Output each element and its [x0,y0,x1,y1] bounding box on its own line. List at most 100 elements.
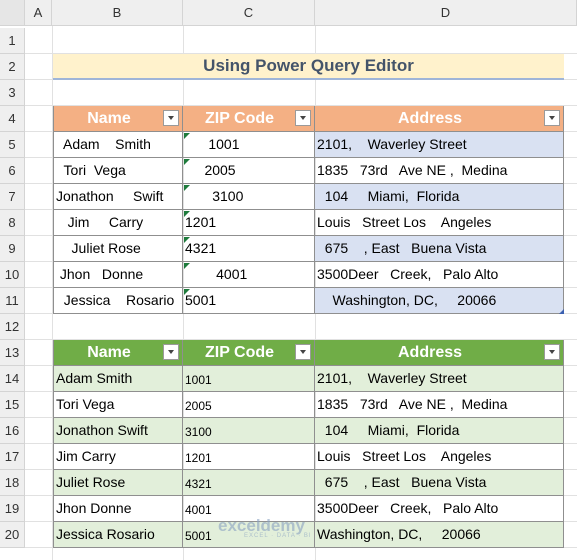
filter-dropdown-icon[interactable] [295,110,311,126]
sheet-title[interactable]: Using Power Query Editor [53,54,564,80]
row-header[interactable]: 16 [0,418,25,444]
zip-cell[interactable]: 3100 [183,184,315,210]
zip-cell[interactable]: 5001 [183,288,315,314]
address-cell[interactable]: 104 Miami, Florida [315,418,564,444]
address-cell[interactable]: 104 Miami, Florida [315,184,564,210]
header-zip-cell[interactable]: ZIP Code [183,340,315,366]
row-header[interactable]: 14 [0,366,25,392]
row-header[interactable]: 2 [0,54,25,80]
name-cell[interactable]: Jhon Donne [53,262,183,288]
exceldemy-watermark-logo: exceldemy EXCEL · DATA · BI [218,516,312,539]
row-header[interactable]: 10 [0,262,25,288]
zip-cell[interactable]: 2005 [183,158,315,184]
zip-cell[interactable]: 4321 [183,236,315,262]
number-as-text-indicator-icon[interactable] [184,133,190,139]
row-header[interactable]: 4 [0,106,25,132]
address-cell[interactable]: 675 , East Buena Vista [315,470,564,496]
name-cell-text: Jhon Donne [56,500,132,516]
address-cell-text: Louis Street Los Angeles [317,448,492,464]
table-row: Jhon Donne 4001 3500Deer Creek, Palo Alto [53,262,564,288]
name-cell[interactable]: Jim Carry [53,444,183,470]
column-header-b[interactable]: B [52,0,183,26]
row-header[interactable]: 19 [0,496,25,522]
name-cell[interactable]: Jim Carry [53,210,183,236]
name-cell[interactable]: Tori Vega [53,158,183,184]
zip-cell[interactable]: 3100 [183,418,315,444]
row-header[interactable]: 15 [0,392,25,418]
header-label: ZIP Code [204,344,275,361]
address-cell[interactable]: Washington, DC, 20066 [315,288,564,314]
number-as-text-indicator-icon[interactable] [184,237,190,243]
number-as-text-indicator-icon[interactable] [184,159,190,165]
table-row: Tori Vega 2005 1835 73rd Ave NE , Medina [53,158,564,184]
row-header[interactable]: 20 [0,522,25,548]
zip-cell-text: 4001 [185,503,212,517]
name-cell[interactable]: Juliet Rose [53,236,183,262]
table-row: Adam Smith 1001 2101, Waverley Street [53,366,564,392]
address-cell[interactable]: Washington, DC, 20066 [315,522,564,548]
row-header[interactable]: 12 [0,314,25,340]
zip-cell[interactable]: 1201 [183,444,315,470]
address-cell[interactable]: Louis Street Los Angeles [315,210,564,236]
filter-dropdown-icon[interactable] [163,344,179,360]
row-header[interactable]: 11 [0,288,25,314]
row-header[interactable]: 13 [0,340,25,366]
zip-cell-text: 1001 [185,373,212,387]
filter-dropdown-icon[interactable] [163,110,179,126]
row-header[interactable]: 5 [0,132,25,158]
row-header[interactable]: 3 [0,80,25,106]
name-cell[interactable]: Jessica Rosario [53,522,183,548]
address-cell[interactable]: 3500Deer Creek, Palo Alto [315,262,564,288]
name-cell-text: Jim Carry [56,214,144,230]
name-cell[interactable]: Adam Smith [53,132,183,158]
header-name-cell[interactable]: Name [53,106,183,132]
zip-cell-text: 1001 [185,136,240,152]
filter-dropdown-icon[interactable] [544,344,560,360]
header-name-cell[interactable]: Name [53,340,183,366]
address-cell[interactable]: 675 , East Buena Vista [315,236,564,262]
column-header-a[interactable]: A [25,0,52,26]
address-cell[interactable]: 2101, Waverley Street [315,366,564,392]
zip-cell[interactable]: 1001 [183,366,315,392]
address-cell[interactable]: 1835 73rd Ave NE , Medina [315,158,564,184]
header-address-cell[interactable]: Address [315,340,564,366]
number-as-text-indicator-icon[interactable] [184,263,190,269]
name-cell[interactable]: Jonathon Swift [53,184,183,210]
zip-cell[interactable]: 1001 [183,132,315,158]
number-as-text-indicator-icon[interactable] [184,185,190,191]
address-cell[interactable]: 2101, Waverley Street [315,132,564,158]
header-address-cell[interactable]: Address [315,106,564,132]
filter-dropdown-icon[interactable] [544,110,560,126]
name-cell[interactable]: Jessica Rosario [53,288,183,314]
row-header[interactable]: 1 [0,28,25,54]
address-cell[interactable]: 1835 73rd Ave NE , Medina [315,392,564,418]
filter-dropdown-icon[interactable] [295,344,311,360]
address-cell-text: Louis Street Los Angeles [317,214,492,230]
row-header[interactable]: 9 [0,236,25,262]
zip-cell[interactable]: 4321 [183,470,315,496]
address-cell[interactable]: Louis Street Los Angeles [315,444,564,470]
address-cell[interactable]: 3500Deer Creek, Palo Alto [315,496,564,522]
row-header[interactable]: 6 [0,158,25,184]
zip-cell[interactable]: 2005 [183,392,315,418]
number-as-text-indicator-icon[interactable] [184,289,190,295]
zip-cell[interactable]: 1201 [183,210,315,236]
table-resize-handle[interactable] [559,309,564,314]
header-zip-cell[interactable]: ZIP Code [183,106,315,132]
number-as-text-indicator-icon[interactable] [184,211,190,217]
name-cell[interactable]: Juliet Rose [53,470,183,496]
row-header[interactable]: 7 [0,184,25,210]
row-header[interactable]: 17 [0,444,25,470]
column-header-c[interactable]: C [183,0,315,26]
column-header-d[interactable]: D [315,0,577,26]
row-header[interactable]: 8 [0,210,25,236]
name-cell[interactable]: Adam Smith [53,366,183,392]
name-cell[interactable]: Tori Vega [53,392,183,418]
zip-cell[interactable]: 4001 [183,262,315,288]
name-cell[interactable]: Jhon Donne [53,496,183,522]
address-cell-text: 1835 73rd Ave NE , Medina [317,162,508,178]
name-cell[interactable]: Jonathon Swift [53,418,183,444]
row-header[interactable]: 18 [0,470,25,496]
name-cell-text: Juliet Rose [56,474,126,490]
select-all-corner[interactable] [0,0,25,26]
